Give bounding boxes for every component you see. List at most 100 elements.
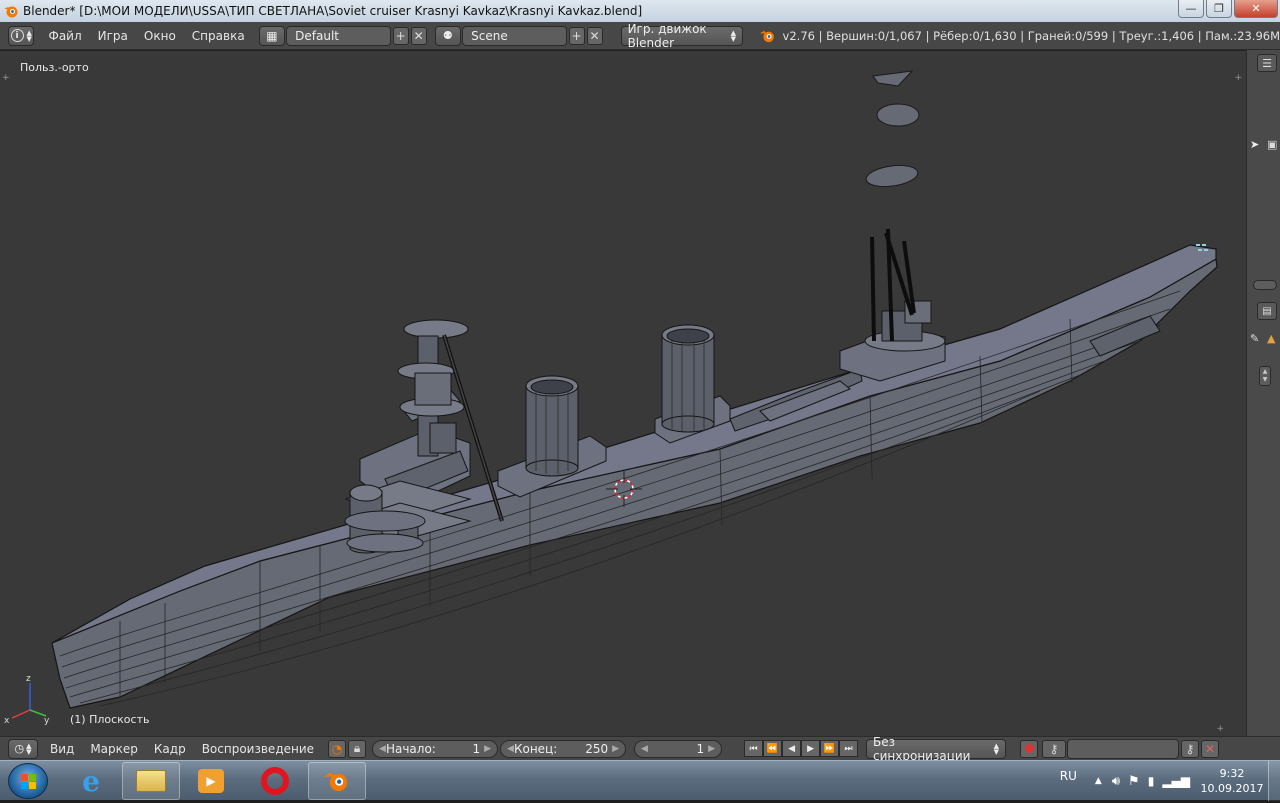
ship-model[interactable]: z x y [0, 51, 1246, 736]
taskbar-opera[interactable] [246, 762, 304, 800]
menu-window[interactable]: Окно [136, 29, 184, 43]
menu-file[interactable]: Файл [40, 29, 89, 43]
sync-mode-dropdown[interactable]: Без синхронизации ▲ ▼ [866, 735, 1007, 763]
outliner-icon[interactable]: ☰ [1257, 54, 1277, 72]
volume-icon[interactable]: 🔊︎ [1112, 774, 1120, 789]
toggle-switch[interactable] [1253, 280, 1277, 290]
action-center-flag-icon[interactable]: ⚑ [1128, 774, 1140, 789]
camera-icon[interactable]: ▣ [1267, 138, 1277, 151]
object-data-icon[interactable]: ▲ [1267, 332, 1275, 345]
scroll-updown-icon[interactable]: ▲ ▼ [1259, 366, 1271, 386]
window-title: Blender* [D:\МОИ МОДЕЛИ\USSA\ТИП СВЕТЛАН… [23, 4, 643, 18]
jump-next-keyframe-icon[interactable]: ⏩ [820, 740, 840, 757]
show-hidden-icons-icon[interactable]: ▲ [1095, 776, 1102, 786]
scene-field[interactable]: Scene [462, 25, 567, 46]
playback-controls: ⏮ ⏪ ◀ ▶ ⏩ ⏭ [744, 740, 859, 757]
axis-y-label: y [44, 716, 50, 726]
menu-game[interactable]: Игра [90, 29, 136, 43]
clock[interactable]: 9:32 10.09.2017 [1196, 766, 1268, 796]
properties-icon[interactable]: ▤ [1257, 302, 1277, 320]
preview-range-icon[interactable]: ◔ [328, 739, 347, 758]
editor-type-timeline-button[interactable]: ◷ ▲ ▼ [8, 738, 38, 759]
increment-arrow-icon[interactable]: ▶ [612, 744, 619, 754]
start-button[interactable] [8, 763, 48, 799]
render-engine-label: Игр. движок Blender [627, 21, 707, 50]
close-button[interactable]: ✕ [1234, 0, 1278, 18]
lock-icon[interactable]: 🔒︎ [348, 739, 367, 758]
chevron-updown-icon: ▲ ▼ [730, 28, 737, 43]
sync-mode-label: Без синхронизации [873, 734, 971, 763]
funnel-2[interactable] [654, 324, 731, 444]
keying-set-field[interactable] [1067, 738, 1180, 759]
start-frame-field[interactable]: ◀ Начало: 1 ▶ [372, 739, 499, 758]
play-reverse-icon[interactable]: ◀ [782, 740, 802, 757]
folder-icon [136, 770, 166, 792]
play-icon[interactable]: ▶ [801, 740, 821, 757]
clock-time: 9:32 [1219, 767, 1245, 780]
opera-icon [261, 767, 289, 795]
start-frame-label: Начало: [385, 741, 436, 756]
taskbar-file-explorer[interactable] [122, 762, 180, 800]
add-scene-icon[interactable]: + [568, 26, 585, 45]
network-icon[interactable]: ▂▄▆ [1162, 774, 1190, 788]
floating-part-1[interactable] [872, 70, 914, 87]
show-desktop-button[interactable] [1268, 761, 1280, 801]
pin-icon[interactable]: ✎ [1250, 332, 1259, 345]
menu-playback[interactable]: Воспроизведение [194, 742, 322, 756]
decrement-arrow-icon[interactable]: ◀ [641, 744, 648, 754]
keying-set-icon[interactable]: ⚷ [1042, 739, 1067, 758]
current-frame-field[interactable]: ◀ 1 ▶ [634, 739, 723, 758]
floating-part-2[interactable] [876, 103, 920, 127]
remove-scene-icon[interactable]: ✕ [586, 26, 603, 45]
timeline-header: ◷ ▲ ▼ Вид Маркер Кадр Воспроизведение ◔ 🔒… [0, 735, 1280, 763]
3d-viewport[interactable]: Польз.-орто + + + z x y (1) Плоскость [0, 50, 1246, 736]
internet-explorer-icon: e [82, 764, 100, 798]
jump-end-icon[interactable]: ⏭ [839, 740, 859, 757]
axis-x-label: x [4, 716, 10, 726]
current-frame-value: 1 [696, 741, 705, 756]
blender-logo-icon [324, 772, 348, 792]
scene-icon: ⚉ [442, 29, 453, 42]
taskbar-media-player[interactable]: ▶ [182, 762, 240, 800]
clock-icon: ◷ [14, 742, 25, 755]
menu-frame[interactable]: Кадр [146, 742, 194, 756]
axis-gizmo [11, 683, 47, 719]
screen-layout-selector[interactable]: ▦ [258, 25, 286, 46]
layout-grid-icon: ▦ [266, 28, 278, 43]
minimize-button[interactable]: — [1178, 0, 1204, 18]
battery-icon[interactable]: ▮ [1148, 774, 1155, 788]
up-down-arrows-icon: ▲ ▼ [26, 28, 32, 43]
remove-screen-icon[interactable]: ✕ [410, 26, 427, 45]
menu-help[interactable]: Справка [184, 29, 253, 43]
end-frame-field[interactable]: ◀ Конец: 250 ▶ [500, 739, 627, 758]
active-object-label: (1) Плоскость [70, 713, 150, 726]
decrement-arrow-icon[interactable]: ◀ [507, 744, 514, 754]
taskbar-internet-explorer[interactable]: e [62, 762, 120, 800]
add-screen-icon[interactable]: + [392, 26, 409, 45]
scene-selector[interactable]: ⚉ [434, 25, 462, 46]
floating-part-3[interactable] [865, 162, 919, 189]
decrement-arrow-icon[interactable]: ◀ [379, 744, 386, 754]
insert-keyframe-icon[interactable]: ⚷ [1181, 739, 1200, 758]
increment-arrow-icon[interactable]: ▶ [708, 744, 715, 754]
jump-prev-keyframe-icon[interactable]: ⏪ [763, 740, 783, 757]
increment-arrow-icon[interactable]: ▶ [484, 744, 491, 754]
record-icon[interactable] [1020, 739, 1039, 758]
screen-layout-field[interactable]: Default [286, 25, 391, 46]
render-engine-dropdown[interactable]: Игр. движок Blender ▲ ▼ [620, 22, 744, 50]
jump-start-icon[interactable]: ⏮ [744, 740, 764, 757]
properties-region-edge[interactable]: ☰ ➤ ▣ ▤ ✎ ▲ ▲ ▼ [1246, 50, 1280, 736]
delete-keyframe-icon[interactable]: ✕ [1201, 739, 1220, 758]
menu-view[interactable]: Вид [42, 742, 82, 756]
clock-date: 10.09.2017 [1200, 782, 1264, 795]
blender-logo-icon [759, 30, 774, 42]
info-header: i ▲ ▼ Файл Игра Окно Справка ▦ Default + … [0, 22, 1280, 50]
media-player-icon: ▶ [198, 769, 224, 793]
maximize-button[interactable]: ❐ [1206, 0, 1232, 18]
window-titlebar: Blender* [D:\МОИ МОДЕЛИ\USSA\ТИП СВЕТЛАН… [0, 0, 1280, 22]
editor-type-info-button[interactable]: i ▲ ▼ [8, 25, 35, 46]
menu-marker[interactable]: Маркер [82, 742, 146, 756]
chevron-updown-icon: ▲ ▼ [993, 741, 1000, 756]
taskbar-blender[interactable] [308, 762, 366, 800]
language-indicator[interactable]: RU [1060, 769, 1077, 783]
